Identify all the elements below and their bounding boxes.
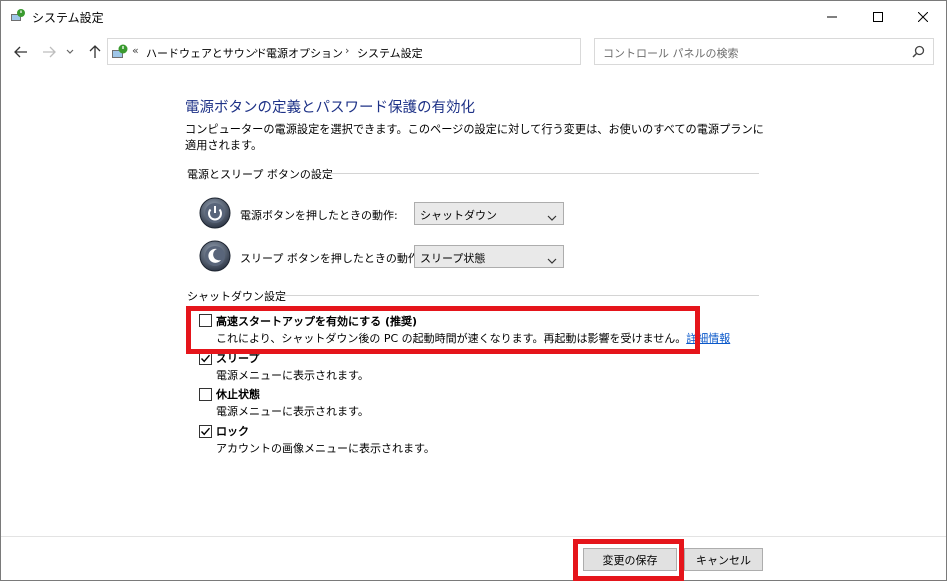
checkmark-icon: [200, 427, 211, 436]
power-button-action-label: 電源ボタンを押したときの動作:: [240, 209, 398, 222]
close-button[interactable]: [900, 1, 946, 32]
chevron-down-icon: [547, 210, 557, 224]
highlight-box-save: [573, 539, 684, 581]
minimize-icon: [827, 16, 837, 17]
sleep-button-action-select[interactable]: スリープ状態: [414, 245, 564, 268]
up-button[interactable]: [85, 42, 105, 62]
title-bar: システム設定: [1, 1, 946, 32]
breadcrumb-overflow[interactable]: «: [132, 44, 139, 57]
breadcrumb-hardware-sound[interactable]: ハードウェアとサウンド: [146, 45, 267, 61]
chevron-right-icon[interactable]: ›: [345, 44, 349, 57]
navigation-bar: « ハードウェアとサウンド › 電源オプション › システム設定 コントロール …: [1, 32, 946, 72]
address-bar[interactable]: « ハードウェアとサウンド › 電源オプション › システム設定: [107, 38, 676, 65]
lock-checkbox[interactable]: [199, 425, 212, 438]
chevron-right-icon[interactable]: ›: [254, 44, 258, 57]
sleep-description: 電源メニューに表示されます。: [216, 369, 369, 382]
page-title: 電源ボタンの定義とパスワード保護の有効化: [185, 100, 475, 116]
group-label-power-buttons: 電源とスリープ ボタンの設定: [187, 168, 333, 181]
power-button-action-select[interactable]: シャットダウン: [414, 202, 564, 225]
hibernate-label[interactable]: 休止状態: [216, 386, 260, 402]
lock-description: アカウントの画像メニューに表示されます。: [216, 442, 435, 455]
select-value: シャットダウン: [420, 209, 497, 222]
arrow-left-icon: [14, 46, 27, 58]
maximize-icon: [873, 11, 883, 22]
maximize-button[interactable]: [855, 1, 901, 32]
cancel-button[interactable]: キャンセル: [684, 548, 763, 571]
arrow-up-icon: [89, 45, 101, 58]
recent-locations-button[interactable]: [63, 42, 77, 62]
hibernate-checkbox[interactable]: [199, 388, 212, 401]
chevron-down-icon: [547, 253, 557, 267]
power-options-icon: [10, 8, 26, 24]
breadcrumb-power-options[interactable]: 電源オプション: [266, 45, 343, 61]
breadcrumb-system-settings[interactable]: システム設定: [357, 45, 423, 61]
group-divider: [324, 173, 759, 174]
arrow-right-icon: [43, 46, 56, 58]
control-panel-icon: [111, 43, 129, 61]
back-button[interactable]: [11, 42, 31, 62]
group-label-shutdown: シャットダウン設定: [187, 290, 286, 303]
lock-label[interactable]: ロック: [216, 423, 249, 439]
group-divider: [277, 295, 759, 296]
chevron-down-icon: [66, 49, 74, 54]
search-box[interactable]: コントロール パネルの検索: [594, 38, 934, 65]
window-title: システム設定: [32, 11, 104, 25]
power-button-icon: [199, 197, 231, 229]
hibernate-description: 電源メニューに表示されます。: [216, 405, 369, 418]
highlight-box-fast-startup: [186, 306, 700, 354]
system-settings-window: システム設定 « ハードウェアとサウンド › 電源オプション › システム設定 …: [0, 0, 947, 581]
search-input[interactable]: コントロール パネルの検索: [603, 45, 739, 61]
select-value: スリープ状態: [420, 252, 486, 265]
sleep-button-icon: [199, 240, 231, 272]
close-icon: [918, 11, 928, 22]
search-icon[interactable]: [912, 45, 925, 61]
forward-button[interactable]: [39, 42, 59, 62]
footer-divider: [1, 536, 946, 537]
sleep-button-action-label: スリープ ボタンを押したときの動作:: [240, 252, 423, 265]
checkmark-icon: [200, 354, 211, 363]
page-description: コンピューターの電源設定を選択できます。このページの設定に対して行う変更は、お使…: [185, 123, 764, 152]
minimize-button[interactable]: [809, 1, 855, 32]
